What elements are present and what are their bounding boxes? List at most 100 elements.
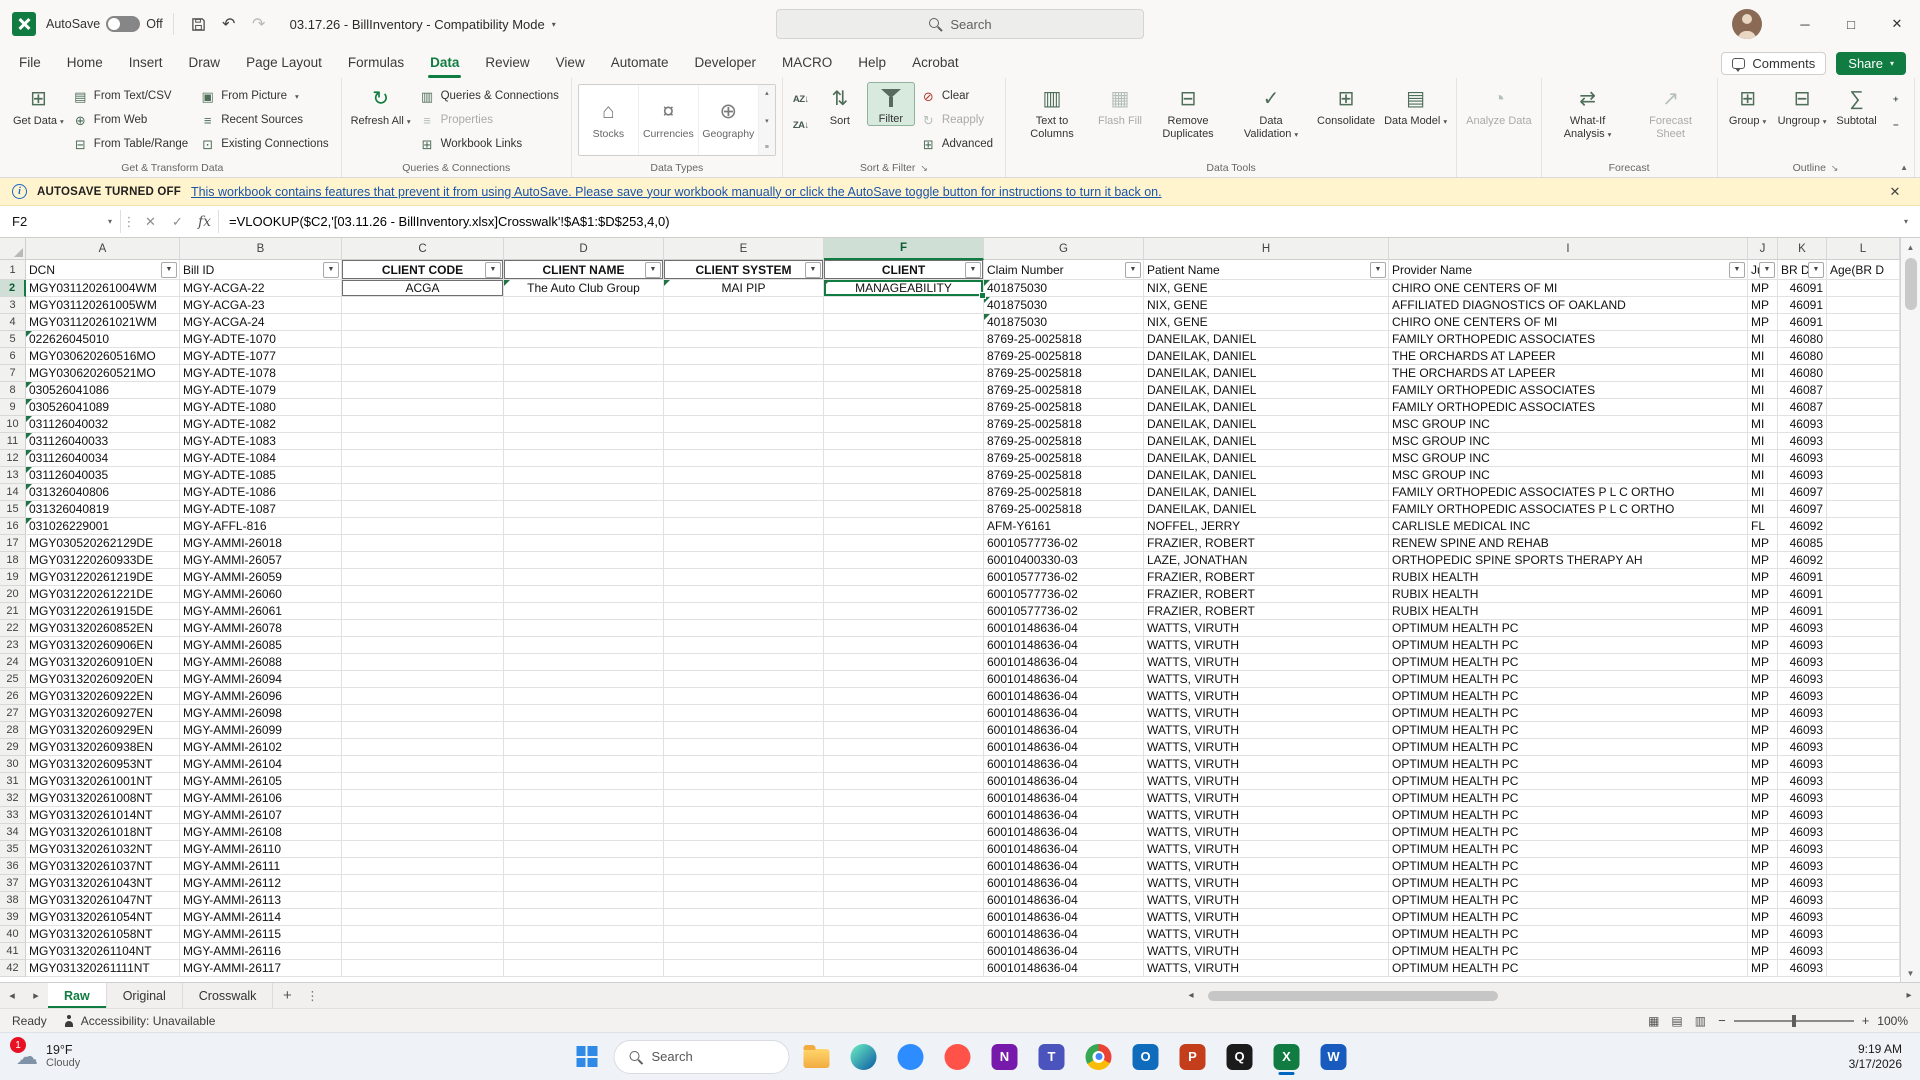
cell-l14[interactable] — [1827, 484, 1900, 501]
cell-e18[interactable] — [664, 552, 824, 569]
cell-d34[interactable] — [504, 824, 664, 841]
filter-dropdown-button-h[interactable]: ▼ — [1370, 261, 1386, 278]
cell-f34[interactable] — [824, 824, 984, 841]
cell-j23[interactable]: MP — [1748, 637, 1778, 654]
cell-h42[interactable]: WATTS, VIRUTH — [1144, 960, 1389, 977]
zoom-slider-thumb[interactable] — [1791, 1014, 1796, 1027]
horizontal-scrollbar-thumb[interactable] — [1208, 990, 1498, 1001]
cell-d8[interactable] — [504, 382, 664, 399]
row-header-32[interactable]: 32 — [0, 790, 26, 807]
cell-i20[interactable]: RUBIX HEALTH — [1389, 586, 1748, 603]
queries-connections-button[interactable]: ▥ Queries & Connections — [417, 85, 565, 107]
cell-i4[interactable]: CHIRO ONE CENTERS OF MI — [1389, 314, 1748, 331]
column-header-a[interactable]: A — [26, 238, 180, 260]
cell-h2[interactable]: NIX, GENE — [1144, 280, 1389, 297]
cell-i22[interactable]: OPTIMUM HEALTH PC — [1389, 620, 1748, 637]
cell-f7[interactable] — [824, 365, 984, 382]
cell-a34[interactable]: MGY031320261018NT — [26, 824, 180, 841]
gallery-more-button[interactable]: ▴ ▾ ≡ — [758, 85, 775, 155]
cell-e3[interactable] — [664, 297, 824, 314]
cell-i38[interactable]: OPTIMUM HEALTH PC — [1389, 892, 1748, 909]
cell-h27[interactable]: WATTS, VIRUTH — [1144, 705, 1389, 722]
cell-b33[interactable]: MGY-AMMI-26107 — [180, 807, 342, 824]
cell-e24[interactable] — [664, 654, 824, 671]
maximize-button[interactable]: □ — [1828, 0, 1874, 48]
cell-j2[interactable]: MP — [1748, 280, 1778, 297]
cell-a17[interactable]: MGY030520262129DE — [26, 535, 180, 552]
cell-i29[interactable]: OPTIMUM HEALTH PC — [1389, 739, 1748, 756]
scroll-down-icon[interactable]: ▼ — [1901, 964, 1920, 982]
header-cell-i1[interactable]: Provider Name ▼ — [1389, 260, 1748, 280]
cell-b3[interactable]: MGY-ACGA-23 — [180, 297, 342, 314]
cell-l28[interactable] — [1827, 722, 1900, 739]
cell-d30[interactable] — [504, 756, 664, 773]
cell-k2[interactable]: 46091 — [1778, 280, 1827, 297]
cell-d38[interactable] — [504, 892, 664, 909]
cell-b7[interactable]: MGY-ADTE-1078 — [180, 365, 342, 382]
cell-l3[interactable] — [1827, 297, 1900, 314]
cell-l41[interactable] — [1827, 943, 1900, 960]
cell-l32[interactable] — [1827, 790, 1900, 807]
cell-f10[interactable] — [824, 416, 984, 433]
row-header-19[interactable]: 19 — [0, 569, 26, 586]
cell-c27[interactable] — [342, 705, 504, 722]
cell-f41[interactable] — [824, 943, 984, 960]
cell-h32[interactable]: WATTS, VIRUTH — [1144, 790, 1389, 807]
tab-macro[interactable]: MACRO — [769, 50, 845, 78]
cell-l25[interactable] — [1827, 671, 1900, 688]
cell-k25[interactable]: 46093 — [1778, 671, 1827, 688]
cell-e38[interactable] — [664, 892, 824, 909]
cell-h21[interactable]: FRAZIER, ROBERT — [1144, 603, 1389, 620]
cell-i33[interactable]: OPTIMUM HEALTH PC — [1389, 807, 1748, 824]
zoom-slider[interactable] — [1733, 1014, 1854, 1027]
cell-b35[interactable]: MGY-AMMI-26110 — [180, 841, 342, 858]
cell-a39[interactable]: MGY031320261054NT — [26, 909, 180, 926]
cell-j9[interactable]: MI — [1748, 399, 1778, 416]
cell-b31[interactable]: MGY-AMMI-26105 — [180, 773, 342, 790]
cell-h16[interactable]: NOFFEL, JERRY — [1144, 518, 1389, 535]
cell-a27[interactable]: MGY031320260927EN — [26, 705, 180, 722]
cell-l36[interactable] — [1827, 858, 1900, 875]
zoom-in-button[interactable]: + — [1862, 1013, 1870, 1028]
cell-f4[interactable] — [824, 314, 984, 331]
cell-f11[interactable] — [824, 433, 984, 450]
cell-e21[interactable] — [664, 603, 824, 620]
cell-h18[interactable]: LAZE, JONATHAN — [1144, 552, 1389, 569]
cell-d14[interactable] — [504, 484, 664, 501]
row-header-17[interactable]: 17 — [0, 535, 26, 552]
cell-k30[interactable]: 46093 — [1778, 756, 1827, 773]
cell-h14[interactable]: DANEILAK, DANIEL — [1144, 484, 1389, 501]
sheet-nav-left-icon[interactable]: ◂ — [0, 983, 24, 1008]
cell-b23[interactable]: MGY-AMMI-26085 — [180, 637, 342, 654]
scroll-left-icon[interactable]: ◂ — [1180, 990, 1202, 1001]
cell-f12[interactable] — [824, 450, 984, 467]
cell-e22[interactable] — [664, 620, 824, 637]
taskbar-icon-firefox-browser[interactable] — [938, 1037, 978, 1077]
cell-h3[interactable]: NIX, GENE — [1144, 297, 1389, 314]
cell-c28[interactable] — [342, 722, 504, 739]
column-header-g[interactable]: G — [984, 238, 1144, 260]
filter-dropdown-button-f[interactable]: ▼ — [965, 261, 981, 278]
cell-e32[interactable] — [664, 790, 824, 807]
row-header-23[interactable]: 23 — [0, 637, 26, 654]
cell-d7[interactable] — [504, 365, 664, 382]
row-header-6[interactable]: 6 — [0, 348, 26, 365]
cell-g33[interactable]: 60010148636-04 — [984, 807, 1144, 824]
cell-d6[interactable] — [504, 348, 664, 365]
normal-view-button[interactable]: ▦ — [1648, 1014, 1659, 1028]
cell-j27[interactable]: MP — [1748, 705, 1778, 722]
cell-a26[interactable]: MGY031320260922EN — [26, 688, 180, 705]
taskbar-icon-q-app[interactable]: Q — [1220, 1037, 1260, 1077]
cell-f14[interactable] — [824, 484, 984, 501]
cell-e19[interactable] — [664, 569, 824, 586]
cell-l27[interactable] — [1827, 705, 1900, 722]
cell-f36[interactable] — [824, 858, 984, 875]
cell-a12[interactable]: 031126040034 — [26, 450, 180, 467]
cell-a25[interactable]: MGY031320260920EN — [26, 671, 180, 688]
cell-e42[interactable] — [664, 960, 824, 977]
cell-l40[interactable] — [1827, 926, 1900, 943]
row-header-28[interactable]: 28 — [0, 722, 26, 739]
cell-j8[interactable]: MI — [1748, 382, 1778, 399]
cell-d10[interactable] — [504, 416, 664, 433]
cell-b4[interactable]: MGY-ACGA-24 — [180, 314, 342, 331]
